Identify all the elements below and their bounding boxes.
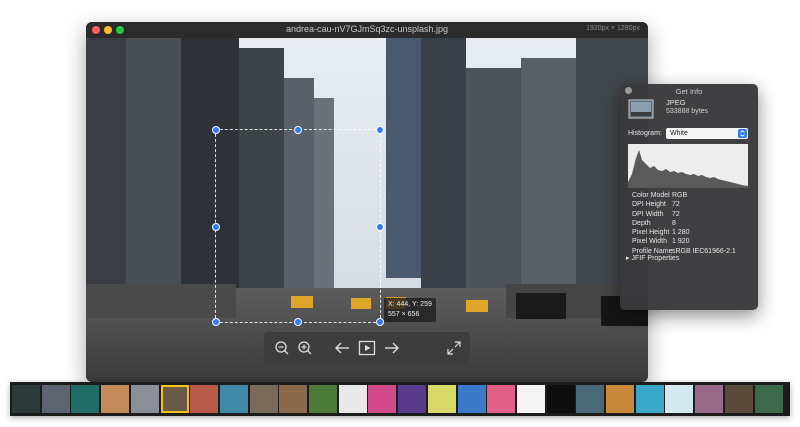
arrow-right-icon[interactable] — [382, 338, 402, 358]
property-row: DPI Height 72 — [632, 201, 680, 209]
histogram-mode-select[interactable]: White — [666, 128, 748, 139]
file-type: JPEG — [666, 98, 686, 107]
viewer-window: andrea-cau-nV7GJmSq3zc-unsplash.jpg 1920… — [86, 22, 648, 382]
arrow-left-icon[interactable] — [332, 338, 352, 358]
thumbnail[interactable] — [665, 385, 694, 413]
title-bar[interactable]: andrea-cau-nV7GJmSq3zc-unsplash.jpg 1920… — [86, 22, 648, 38]
thumbnail[interactable] — [427, 385, 456, 413]
thumbnail[interactable] — [190, 385, 219, 413]
expand-icon[interactable] — [444, 338, 464, 358]
thumbnail-selected[interactable] — [160, 385, 189, 413]
thumbnail[interactable] — [724, 385, 753, 413]
jfif-properties-disclosure[interactable]: ▸ JFIF Properties — [626, 254, 679, 262]
properties-list: Color Model RGB DPI Height 72 DPI Width 72 … — [632, 191, 736, 256]
thumbnail[interactable] — [576, 385, 605, 413]
property-row: Pixel Height 1 280 — [632, 229, 690, 237]
histogram-label: Histogram: — [628, 130, 662, 137]
selection-handle-top-left[interactable] — [212, 126, 220, 134]
thumbnail[interactable] — [41, 385, 70, 413]
thumbnail[interactable] — [516, 385, 545, 413]
thumbnail[interactable] — [130, 385, 159, 413]
property-row: Pixel Width 1 920 — [632, 238, 690, 246]
property-row: Color Model RGB — [632, 192, 688, 199]
selection-handle-left[interactable] — [212, 223, 220, 231]
viewer-toolbar — [264, 332, 470, 364]
info-panel-title: Get Info — [675, 87, 703, 96]
thumbnail[interactable] — [606, 385, 634, 413]
thumbnail[interactable] — [309, 385, 337, 413]
selection-rectangle[interactable] — [215, 129, 381, 323]
thumbnail[interactable] — [338, 385, 367, 413]
zoom-out-icon[interactable] — [272, 338, 292, 358]
property-row: Depth 8 — [632, 219, 676, 227]
property-row: DPI Width 72 — [632, 210, 680, 218]
thumbnail[interactable] — [279, 385, 308, 413]
selection-handle-bottom-left[interactable] — [212, 318, 220, 326]
selection-handle-bottom-right[interactable] — [376, 318, 384, 326]
selection-handle-top[interactable] — [294, 126, 302, 134]
histogram-mode-value: White — [670, 130, 688, 137]
selection-handle-right[interactable] — [376, 223, 384, 231]
jfif-properties-label: JFIF Properties — [631, 255, 680, 262]
thumbnail-strip — [10, 382, 790, 416]
play-icon[interactable] — [357, 338, 377, 358]
image-dimensions: 1920px × 1280px — [586, 25, 640, 32]
window-title: andrea-cau-nV7GJmSq3zc-unsplash.jpg — [285, 24, 449, 34]
thumbnail[interactable] — [398, 385, 427, 413]
selection-handle-top-right[interactable] — [376, 126, 384, 134]
thumbnail[interactable] — [487, 385, 516, 413]
thumbnail[interactable] — [12, 385, 40, 413]
thumbnail[interactable] — [457, 385, 486, 413]
thumbnail[interactable] — [546, 385, 575, 413]
file-size: 533888 bytes — [666, 108, 709, 115]
selection-info-tooltip: X: 444, Y: 259 557 × 656 — [384, 298, 436, 322]
thumbnail[interactable] — [71, 385, 100, 413]
thumbnail[interactable] — [101, 385, 130, 413]
thumbnail[interactable] — [695, 385, 724, 413]
get-info-panel: Get Info JPEG 533888 bytes Histogram: Wh… — [620, 84, 758, 310]
thumbnail[interactable] — [368, 385, 397, 413]
selection-handle-bottom[interactable] — [294, 318, 302, 326]
image-file-icon — [628, 99, 654, 119]
selection-size: 557 × 656 — [388, 311, 420, 318]
chevron-updown-icon — [738, 129, 747, 138]
thumbnail[interactable] — [754, 385, 783, 413]
histogram-graph — [628, 144, 748, 188]
thumbnail[interactable] — [249, 385, 278, 413]
zoom-in-icon[interactable] — [295, 338, 315, 358]
disclosure-triangle-icon: ▸ — [626, 255, 630, 262]
thumbnail[interactable] — [219, 385, 248, 413]
coordinate-readout: X: 444, Y: 259 — [388, 301, 432, 308]
thumbnail[interactable] — [635, 385, 664, 413]
